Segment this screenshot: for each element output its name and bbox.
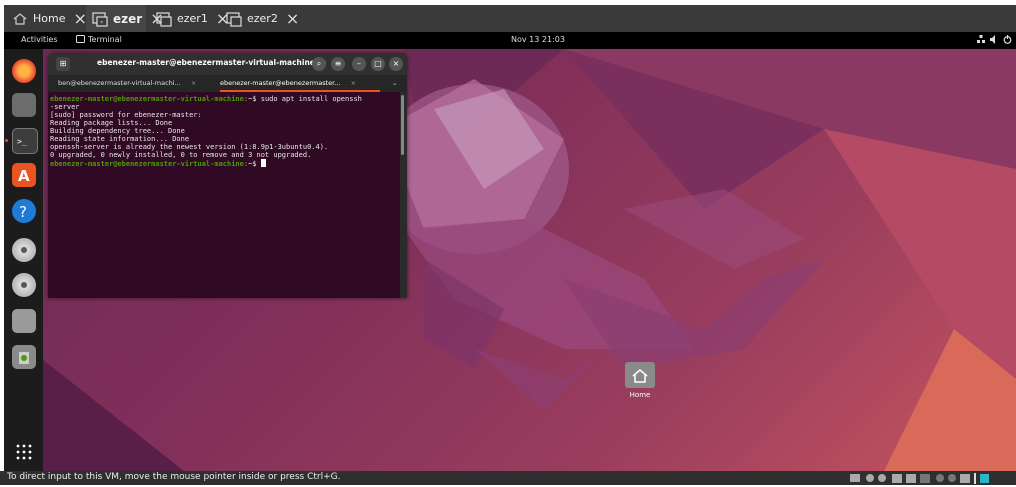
close-icon[interactable]: × [351,79,356,87]
menu-icon[interactable]: ≡ [331,57,345,71]
terminal-app-icon [76,35,85,44]
tab-home[interactable]: Home × [6,5,87,32]
optical-drive-icon[interactable] [12,273,36,297]
close-icon[interactable]: × [73,9,86,28]
floppy-drive-icon[interactable] [12,309,36,333]
activities-button[interactable]: Activities [21,35,58,44]
command-continuation: -server [50,103,80,111]
cursor [260,159,266,167]
trash-icon[interactable] [12,345,36,369]
terminal-title: ebenezer-master@ebenezermaster-virtual-m… [97,58,327,67]
maximize-icon[interactable]: □ [371,57,385,71]
prompt-suffix: ~$ [248,160,257,168]
terminal-tab[interactable]: ben@ebenezermaster-virtual-machi... × [58,75,208,92]
prompt: ebenezer-master@ebenezermaster-virtual-m… [50,95,249,103]
output-line: 0 upgraded, 0 newly installed, 0 to remo… [50,151,312,159]
vm-status-bar: To direct input to this VM, move the mou… [0,471,1016,485]
tab-ezer[interactable]: ezer × [86,5,164,32]
active-indicator [5,139,8,142]
app-menu[interactable]: Terminal [88,35,122,44]
home-folder-label: Home [629,391,651,399]
terminal-icon[interactable]: >_ [12,128,38,154]
help-icon[interactable]: ? [12,199,36,223]
terminal-tab-active[interactable]: ebenezer-master@ebenezermaster... × [220,75,380,92]
vm-icon [226,11,242,27]
terminal-tab-label: ben@ebenezermaster-virtual-machi... [58,79,181,87]
output-line: Building dependency tree... Done [50,127,185,135]
prompt-suffix: ~$ [248,95,257,103]
output-line: [sudo] password for ebenezer-master: [50,111,202,119]
terminal-tab-label: ebenezer-master@ebenezermaster... [220,79,341,87]
svg-text:?: ? [19,203,27,221]
ubuntu-top-bar: Activities Terminal Nov 13 21:03 [4,32,1016,49]
home-icon [12,11,28,27]
tab-label: Home [33,12,66,25]
close-icon[interactable]: × [286,9,299,28]
prompt: ebenezer-master@ebenezermaster-virtual-m… [50,160,249,168]
close-icon[interactable]: × [389,57,403,71]
volume-icon[interactable] [990,35,999,46]
software-center-icon[interactable]: A [12,163,36,187]
tab-ezer1[interactable]: ezer1 × [150,5,229,32]
svg-text:A: A [18,167,30,185]
output-line: openssh-server is already the newest ver… [50,143,329,151]
terminal-header[interactable]: ⊞ ebenezer-master@ebenezermaster-virtual… [48,53,407,75]
output-line: Reading package lists... Done [50,119,173,127]
vm-icon [92,11,108,27]
terminal-window[interactable]: ⊞ ebenezer-master@ebenezermaster-virtual… [48,53,407,298]
close-icon[interactable]: × [191,79,196,87]
svg-text:>_: >_ [17,137,27,146]
new-tab-icon[interactable]: ⊞ [56,57,70,71]
minimize-icon[interactable]: – [352,57,366,71]
tab-label: ezer2 [247,12,278,25]
terminal-tab-bar: ben@ebenezermaster-virtual-machi... × eb… [48,75,407,92]
power-icon[interactable] [1003,35,1012,46]
vm-tab-bar: Home × ezer × ezer1 × ezer2 × [4,5,1016,32]
output-line: Reading state information... Done [50,135,190,143]
search-icon[interactable]: ⌕ [312,57,326,71]
tab-label: ezer [113,11,143,26]
scrollbar[interactable] [401,95,404,155]
show-apps-icon[interactable] [16,444,32,460]
dock: >_ A ? [4,49,43,471]
firefox-icon[interactable] [12,59,36,83]
files-icon[interactable] [12,93,36,117]
terminal-output[interactable]: ebenezer-master@ebenezermaster-virtual-m… [48,92,400,298]
network-icon[interactable] [977,35,986,46]
command: sudo apt install openssh [256,95,362,103]
home-folder-icon[interactable] [625,362,655,388]
status-message: To direct input to this VM, move the mou… [7,472,341,482]
tab-ezer2[interactable]: ezer2 × [220,5,299,32]
clock[interactable]: Nov 13 21:03 [511,35,565,44]
tab-list-chevron-icon[interactable]: ⌄ [392,75,397,92]
optical-drive-icon[interactable] [12,238,36,262]
tab-label: ezer1 [177,12,208,25]
vm-icon [156,11,172,27]
